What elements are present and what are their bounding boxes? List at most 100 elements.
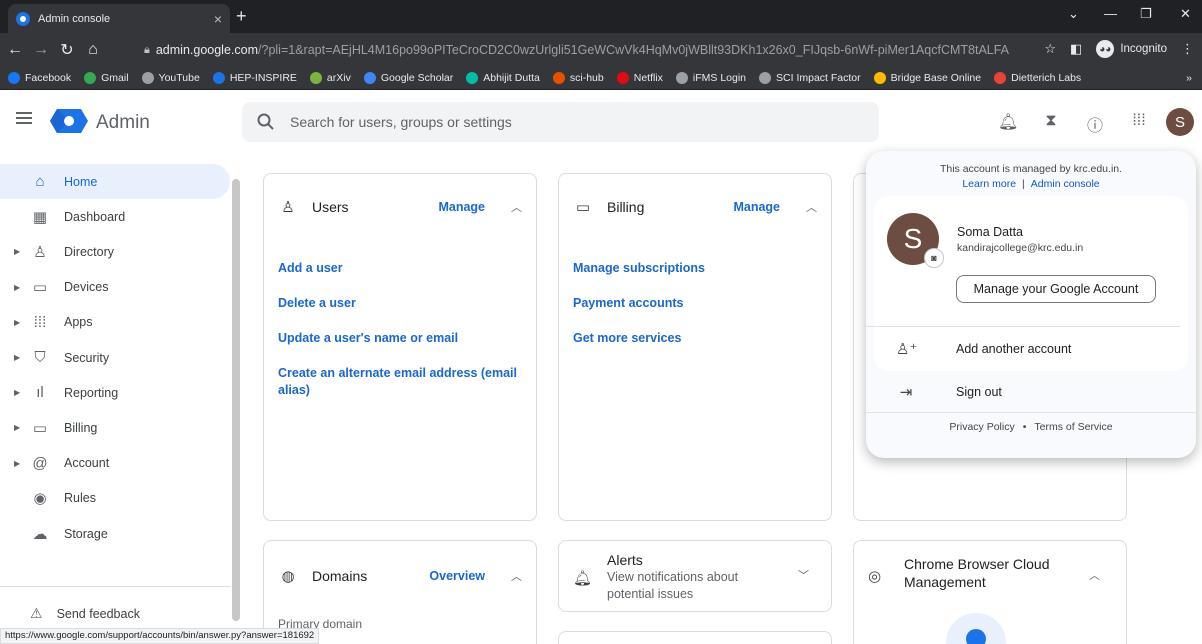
sidebar-item-label: Billing [64,420,98,435]
sidebar-item-reporting[interactable]: ▶ ıl Reporting [0,375,230,410]
collapse-chevron-icon[interactable]: ︿ [1089,567,1100,583]
sidebar-item-storage[interactable]: ☁ Storage [0,516,230,551]
learn-more-link[interactable]: Learn more [962,178,1016,190]
bookmarks-overflow-icon[interactable]: » [1186,72,1192,84]
sidebar-item-directory[interactable]: ▶ ♙ Directory [0,234,230,269]
browser-menu-icon[interactable]: ⋮ [1181,41,1194,57]
users-link[interactable]: Update a user's name or email [278,330,522,347]
expand-caret-icon[interactable]: ▶ [14,318,28,327]
restore-window-icon[interactable]: ❐ [1140,6,1152,22]
sidebar-item-rules[interactable]: ◉ Rules [0,481,230,516]
bookmark-star-icon[interactable]: ☆ [1044,41,1056,57]
alerts-card[interactable]: 🔔︎ Alerts View notifications about poten… [558,540,832,612]
notifications-bell-icon[interactable]: 🔔︎ [998,112,1018,132]
dashboard-icon: ▦ [32,208,48,226]
bookmark-item[interactable]: arXiv [309,72,351,84]
collapse-chevron-icon[interactable]: ︿ [806,199,817,215]
person-icon: ♙ [281,199,295,216]
alerts-bell-icon: 🔔︎ [573,570,593,587]
bar-chart-icon: ıl [36,384,44,402]
bookmark-favicon-icon [212,72,225,84]
side-panel-icon[interactable]: ◧ [1070,41,1082,57]
bookmark-item[interactable]: iFMS Login [675,72,746,84]
terms-of-service-link[interactable]: Terms of Service [1034,421,1112,433]
bookmark-item[interactable]: sci-hub [552,72,604,84]
bookmark-favicon-icon [873,72,886,84]
url-path: /?pli=1&rapt=AEjHL4M16po99oPITeCroCD2C0w… [258,43,1010,57]
bookmark-item[interactable]: YouTube [141,72,200,84]
tasks-hourglass-icon[interactable]: ⧗ [1042,112,1060,132]
expand-caret-icon[interactable]: ▶ [14,247,28,256]
account-avatar-button[interactable]: S [1166,108,1194,136]
users-manage-link[interactable]: Manage [438,200,485,214]
shield-icon: ⛉ [34,349,46,366]
new-tab-button[interactable]: + [236,6,247,27]
help-icon[interactable]: ⓘ [1086,112,1104,135]
bookmark-item[interactable]: Google Scholar [363,72,453,84]
admin-console-link[interactable]: Admin console [1031,178,1100,190]
popup-footer: Privacy Policy • Terms of Service [866,421,1196,433]
search-input[interactable] [290,114,830,130]
main-menu-icon[interactable] [16,112,32,124]
expand-caret-icon[interactable]: ▶ [14,423,28,432]
sidebar-item-devices[interactable]: ▶ ▭ Devices [0,270,230,305]
expand-chevron-icon[interactable]: ﹀ [798,567,809,583]
sidebar-item-home[interactable]: ⌂ Home [0,164,230,199]
billing-link[interactable]: Get more services [573,330,817,347]
bookmark-item[interactable]: Facebook [8,72,71,84]
sidebar-item-dashboard[interactable]: ▦ Dashboard [0,199,230,234]
collapse-chevron-icon[interactable]: ︿ [511,568,522,584]
admin-favicon-icon [16,11,30,26]
send-feedback-link[interactable]: ⚠︎ Send feedback [30,605,140,622]
search-icon [257,113,274,130]
sidebar-scrollbar[interactable] [232,179,240,621]
collapse-chevron-icon[interactable]: ︿ [511,199,522,215]
sidebar-item-billing[interactable]: ▶ ▭ Billing [0,410,230,445]
expand-caret-icon[interactable]: ▶ [14,388,28,397]
manage-google-account-button[interactable]: Manage your Google Account [956,275,1156,303]
billing-manage-link[interactable]: Manage [733,200,780,214]
bookmark-item[interactable]: Gmail [84,72,129,84]
lock-icon[interactable]: 🔒︎ [144,44,150,57]
bookmark-item[interactable]: SCI Impact Factor [759,72,861,84]
sidebar-item-apps[interactable]: ▶ ⁞⁞⁞ Apps [0,305,230,340]
billing-link[interactable]: Manage subscriptions [573,260,817,277]
close-window-icon[interactable]: ✕ [1180,6,1191,22]
tab-close-icon[interactable]: × [214,11,222,27]
billing-link[interactable]: Payment accounts [573,295,817,312]
admin-logo-icon[interactable] [50,109,88,133]
alerts-card-subtitle: View notifications about potential issue… [607,570,739,601]
bookmark-item[interactable]: Abhijit Dutta [466,72,540,84]
tab-search-chevron-icon[interactable]: ⌄ [1068,6,1079,22]
browser-tab-admin-console[interactable]: Admin console × [8,4,230,33]
minimize-window-icon[interactable]: — [1104,6,1117,21]
sidebar-item-account[interactable]: ▶ @ Account [0,446,230,481]
bookmark-item[interactable]: Bridge Base Online [873,72,981,84]
incognito-indicator[interactable]: ◕◕ Incognito [1096,40,1167,58]
sidebar-item-security[interactable]: ▶ ⛉ Security [0,340,230,375]
bookmark-item[interactable]: Dietterich Labs [994,72,1081,84]
privacy-policy-link[interactable]: Privacy Policy [949,421,1014,433]
bookmark-item[interactable]: Netflix [616,72,663,84]
account-card: S ◙ Soma Datta kandirajcollege@krc.edu.i… [866,196,1188,371]
bookmarks-bar: Facebook Gmail YouTube HEP-INSPIRE arXiv Goog… [0,67,1202,90]
domains-overview-link[interactable]: Overview [429,569,485,583]
reload-icon[interactable]: ↻ [56,40,78,60]
bookmark-item[interactable]: HEP-INSPIRE [212,72,297,84]
camera-icon[interactable]: ◙ [924,248,944,268]
expand-caret-icon[interactable]: ▶ [14,459,28,468]
google-apps-grid-icon[interactable]: ⁞⁞⁞ [1130,112,1148,132]
admin-search-box[interactable] [242,102,879,142]
address-bar[interactable]: 🔒︎ admin.google.com/?pli=1&rapt=AEjHL4M1… [140,36,1028,64]
expand-caret-icon[interactable]: ▶ [14,353,28,362]
users-link[interactable]: Delete a user [278,295,522,312]
expand-caret-icon[interactable]: ▶ [14,283,28,292]
add-another-account-button[interactable]: ♙⁺ Add another account [896,340,1071,358]
back-arrow-icon[interactable]: ← [4,41,26,59]
forward-arrow-icon[interactable]: → [30,41,52,59]
users-link[interactable]: Create an alternate email address (email… [278,365,522,399]
users-link[interactable]: Add a user [278,260,522,277]
home-browser-icon[interactable]: ⌂ [82,41,104,59]
sign-out-button[interactable]: ⇥ Sign out [896,383,1002,401]
admin-brand-label[interactable]: Admin [96,112,150,134]
